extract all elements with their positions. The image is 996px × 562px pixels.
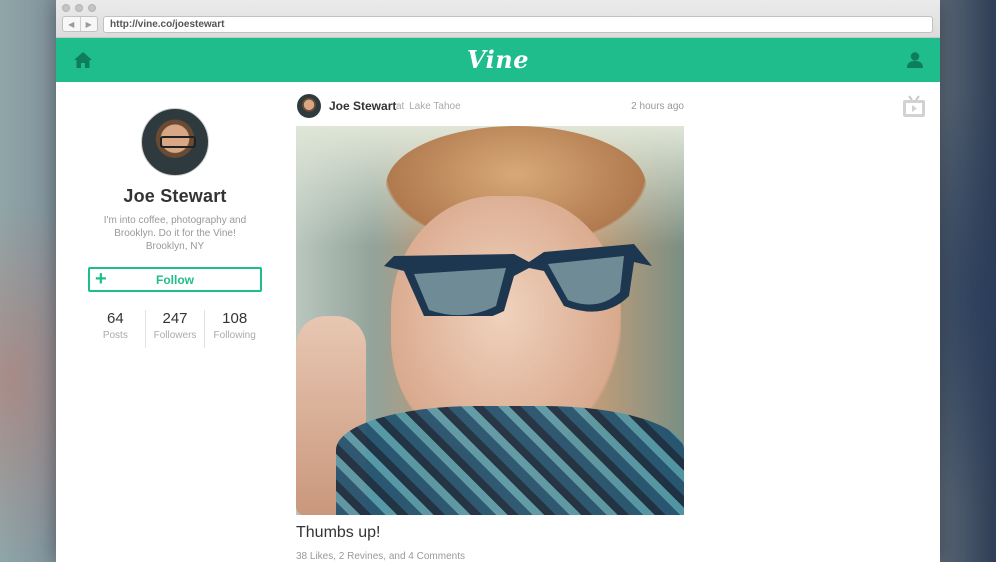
profile-sidebar: Joe Stewart I'm into coffee, photography… [86, 82, 264, 348]
post-engagement[interactable]: 38 Likes, 2 Revines, and 4 Comments [296, 551, 686, 562]
plus-icon: + [95, 268, 107, 290]
bio-location: Brooklyn, NY [145, 241, 205, 252]
stat-label: Posts [102, 330, 128, 341]
user-icon[interactable] [906, 51, 924, 69]
address-bar[interactable]: http://vine.co/joestewart [103, 16, 933, 33]
minimize-window-button[interactable] [75, 4, 83, 12]
stat-label: Following [213, 330, 256, 341]
video-scene [336, 406, 684, 515]
stat-label: Followers [153, 330, 197, 341]
post-author[interactable]: Joe Stewart [329, 99, 396, 113]
profile-bio: I'm into coffee, photography and Brookly… [86, 214, 264, 253]
follow-button[interactable]: + Follow [88, 267, 262, 292]
tv-icon[interactable] [902, 94, 926, 118]
browser-window: ◀ ▶ http://vine.co/joestewart Vine Joe S… [56, 0, 940, 562]
stat-value: 247 [162, 310, 188, 327]
profile-name: Joe Stewart [123, 186, 227, 206]
vine-topbar: Vine [56, 38, 940, 82]
profile-stats: 64 Posts 247 Followers 108 Following [86, 310, 264, 348]
zoom-window-button[interactable] [88, 4, 96, 12]
history-nav: ◀ ▶ [62, 16, 98, 32]
stat-posts[interactable]: 64 Posts [86, 310, 146, 348]
bio-line: Brooklyn. Do it for the Vine! [114, 228, 236, 239]
stat-value: 108 [222, 310, 248, 327]
follow-label: Follow [156, 272, 194, 287]
post-author-avatar[interactable] [297, 94, 321, 118]
post-caption: Thumbs up! [296, 524, 381, 541]
location-prefix: at [396, 101, 405, 112]
stat-followers[interactable]: 247 Followers [146, 310, 206, 348]
stat-value: 64 [106, 310, 124, 327]
profile-avatar[interactable] [141, 108, 209, 176]
video-player[interactable] [296, 126, 684, 515]
browser-chrome: ◀ ▶ http://vine.co/joestewart [56, 0, 940, 38]
bio-line: I'm into coffee, photography and [103, 215, 247, 226]
stat-following[interactable]: 108 Following [205, 310, 264, 348]
vine-logo[interactable]: Vine [56, 45, 940, 74]
video-scene [384, 244, 652, 316]
close-window-button[interactable] [62, 4, 70, 12]
post-header: Joe Stewart at Lake Tahoe 2 hours ago [296, 94, 686, 118]
forward-button[interactable]: ▶ [81, 17, 98, 31]
page-content: Joe Stewart I'm into coffee, photography… [56, 82, 940, 562]
vine-post: Joe Stewart at Lake Tahoe 2 hours ago Th… [296, 94, 686, 562]
back-button[interactable]: ◀ [63, 17, 81, 31]
post-location: at Lake Tahoe [396, 101, 461, 112]
post-timestamp: 2 hours ago [631, 101, 684, 112]
window-controls [62, 4, 96, 12]
location-name[interactable]: Lake Tahoe [409, 101, 461, 112]
